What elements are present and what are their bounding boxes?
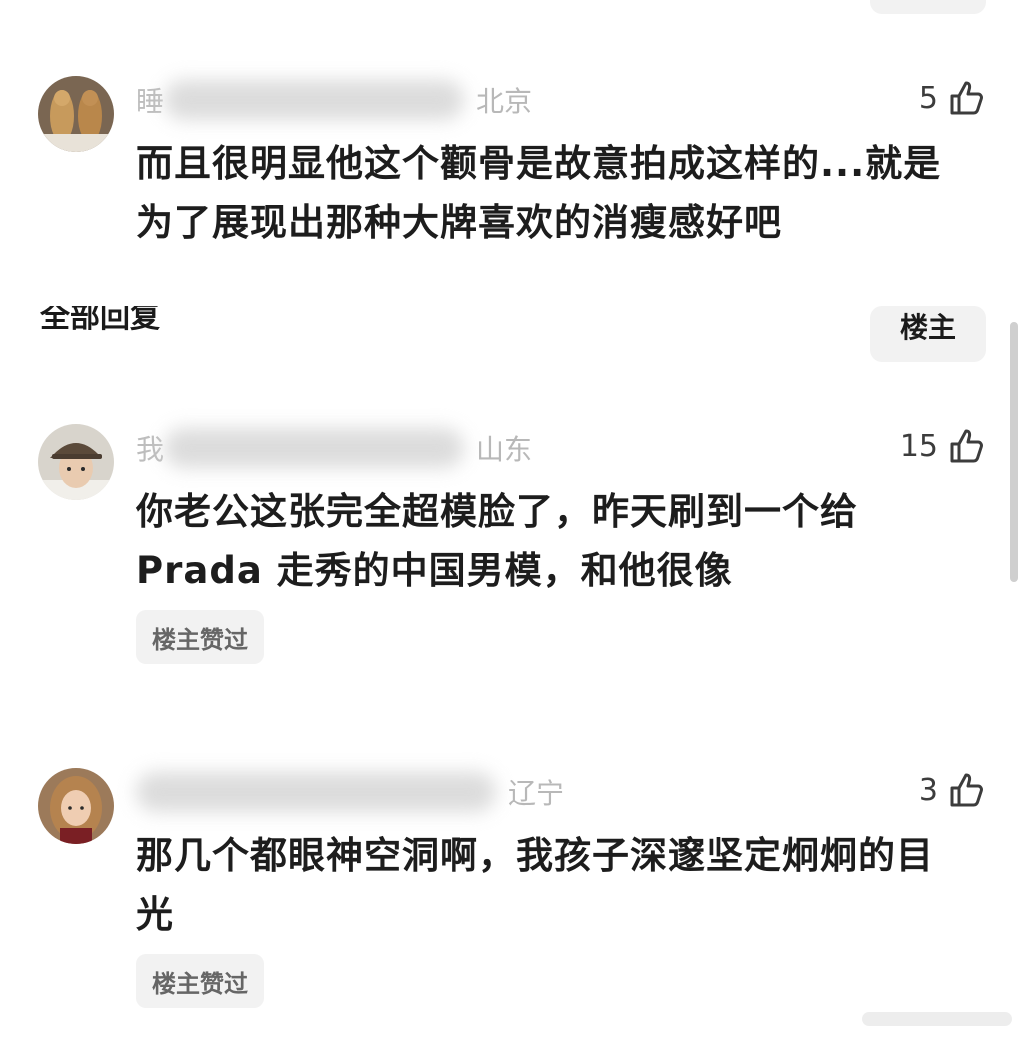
like-button[interactable]: 15 <box>900 426 986 466</box>
location: 辽宁 <box>508 777 565 810</box>
username-row[interactable]: 辽宁 <box>136 770 564 814</box>
avatar-image <box>38 768 114 844</box>
like-count: 15 <box>899 428 938 464</box>
username: 睡 <box>136 85 165 118</box>
username-row[interactable]: 我 山东 <box>136 426 532 470</box>
avatar[interactable] <box>38 424 114 500</box>
thumbs-up-icon <box>950 81 983 115</box>
all-replies-header: 全部回复 <box>40 306 160 335</box>
like-count: 3 <box>918 772 938 808</box>
host-only-filter[interactable]: 楼主 <box>870 306 986 362</box>
host-liked-badge: 楼主赞过 <box>136 610 264 664</box>
comment-text: 而且很明显他这个颧骨是故意拍成这样的...就是 为了展现出那种大牌喜欢的消瘦感好… <box>136 134 996 252</box>
top-filter-chip[interactable] <box>870 0 986 14</box>
like-count: 5 <box>918 80 938 116</box>
blurred-username <box>136 772 496 812</box>
thumbs-up-icon <box>950 429 983 463</box>
blurred-username <box>164 428 465 468</box>
comment-text-line: 你老公这张完全超模脸了，昨天刷到一个给 <box>136 490 858 533</box>
scrollbar[interactable] <box>1010 322 1018 582</box>
comment-text-line: Prada 走秀的中国男模，和他很像 <box>136 549 733 592</box>
host-liked-badge: 楼主赞过 <box>136 954 264 1008</box>
watermark <box>862 1012 1012 1026</box>
comment-text-line: 为了展现出那种大牌喜欢的消瘦感好吧 <box>136 201 782 244</box>
username: 我 <box>136 433 165 466</box>
username-row[interactable]: 睡 北京 <box>136 78 532 122</box>
comment-text-line: 而且很明显他这个颧骨是故意拍成这样的...就是 <box>136 142 942 185</box>
comment-text-line: 那几个都眼神空洞啊，我孩子深邃坚定炯炯的目 <box>136 834 934 877</box>
like-button[interactable]: 5 <box>919 78 986 118</box>
avatar[interactable] <box>38 768 114 844</box>
avatar-image <box>38 424 114 500</box>
comment-text: 那几个都眼神空洞啊，我孩子深邃坚定炯炯的目 光 <box>136 826 996 944</box>
like-button[interactable]: 3 <box>919 770 986 810</box>
comment-text-line: 光 <box>136 893 174 936</box>
location: 北京 <box>476 85 533 118</box>
comment-text: 你老公这张完全超模脸了，昨天刷到一个给 Prada 走秀的中国男模，和他很像 <box>136 482 996 600</box>
blurred-username <box>164 80 465 120</box>
avatar-image <box>38 76 114 152</box>
avatar[interactable] <box>38 76 114 152</box>
thumbs-up-icon <box>950 773 983 807</box>
location: 山东 <box>476 433 533 466</box>
